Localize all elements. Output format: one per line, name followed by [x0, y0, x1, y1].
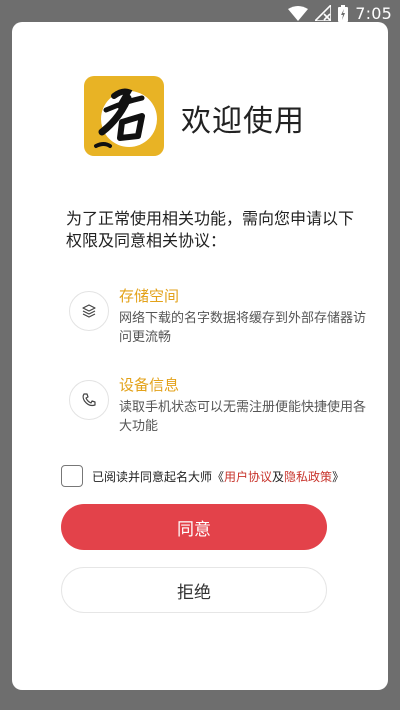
user-agreement-link[interactable]: 用户协议	[224, 470, 272, 484]
agreement-text: 已阅读并同意起名大师《用户协议及隐私政策》	[92, 468, 344, 485]
agree-button[interactable]: 同意	[61, 504, 327, 550]
agreement-and: 及	[272, 469, 285, 484]
permission-dialog: 欢迎使用 为了正常使用相关功能，需向您申请以下权限及同意相关协议： 存储空间 网…	[12, 22, 388, 690]
permission-item-device-info: 设备信息 读取手机状态可以无需注册便能快捷使用各大功能	[69, 374, 379, 434]
agreement-row: 已阅读并同意起名大师《用户协议及隐私政策》	[61, 465, 381, 487]
agreement-prefix: 已阅读并同意起名大师《	[92, 469, 225, 484]
permission-title: 存储空间	[119, 287, 180, 305]
reject-button[interactable]: 拒绝	[61, 567, 327, 613]
signal-icon	[315, 5, 332, 21]
app-logo	[84, 76, 164, 156]
agreement-suffix: 》	[332, 469, 345, 484]
status-time: 7:05	[355, 3, 392, 23]
welcome-title: 欢迎使用	[181, 104, 305, 139]
permission-title: 设备信息	[119, 376, 180, 394]
wifi-icon	[288, 5, 309, 21]
phone-icon	[69, 380, 109, 420]
agreement-checkbox[interactable]	[61, 465, 83, 487]
privacy-policy-link[interactable]: 隐私政策	[284, 470, 332, 484]
permission-description: 网络下载的名字数据将缓存到外部存储器访问更流畅	[119, 311, 367, 345]
battery-charging-icon	[338, 4, 349, 22]
permission-intro-text: 为了正常使用相关功能，需向您申请以下权限及同意相关协议：	[66, 209, 355, 250]
navigation-bar	[0, 692, 400, 710]
layers-icon	[69, 291, 109, 331]
permission-description: 读取手机状态可以无需注册便能快捷使用各大功能	[119, 400, 367, 434]
permission-item-storage: 存储空间 网络下载的名字数据将缓存到外部存储器访问更流畅	[69, 285, 379, 345]
